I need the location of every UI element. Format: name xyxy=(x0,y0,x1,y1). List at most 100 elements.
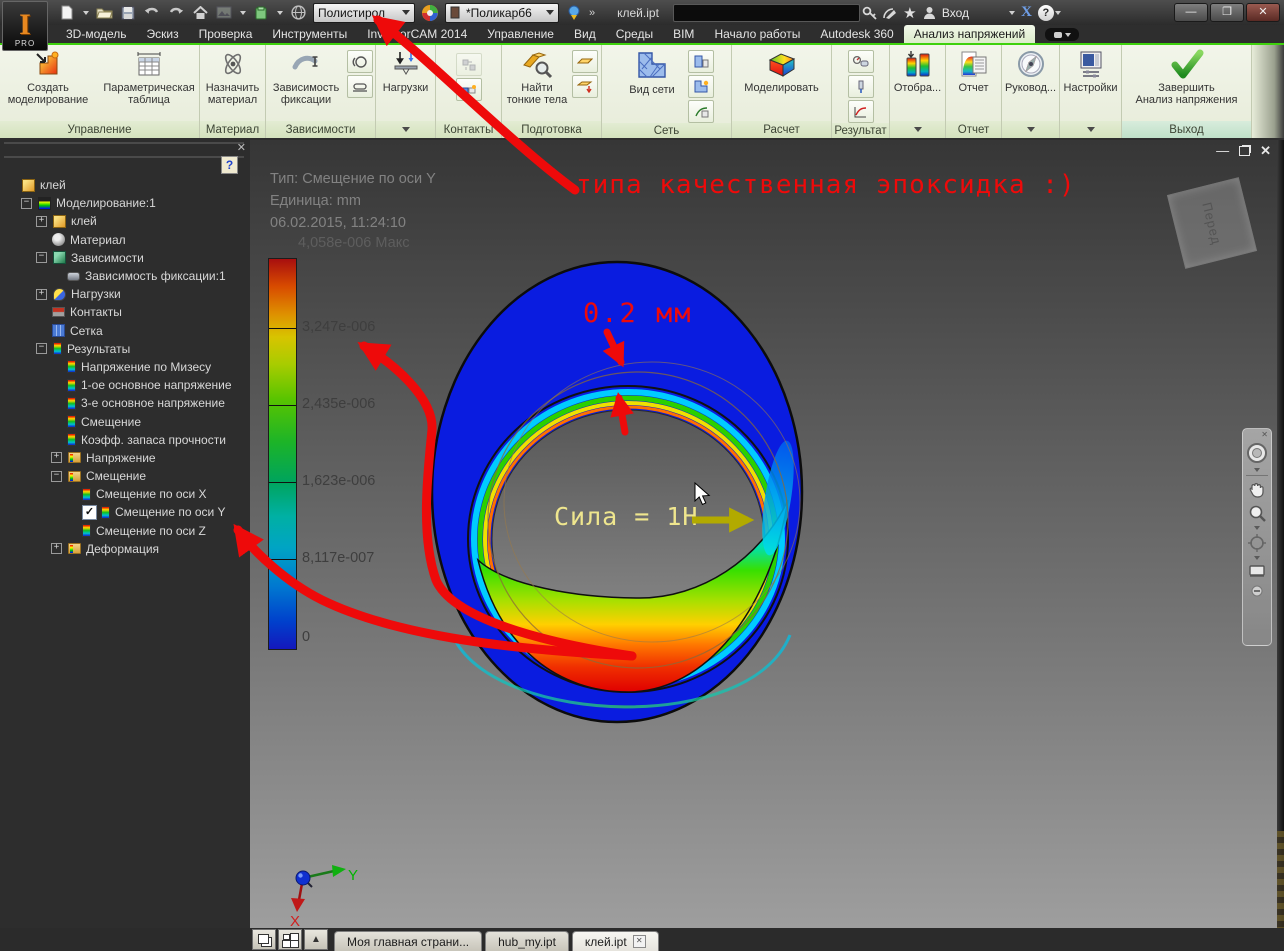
doc-tab-0[interactable]: Моя главная страни... xyxy=(334,931,483,951)
tree-item-10[interactable]: Напряжение по Мизесу xyxy=(4,358,250,376)
tree-expand-icon[interactable]: + xyxy=(51,543,62,555)
tree-item-5[interactable]: Зависимость фиксации:1 xyxy=(4,267,250,285)
component-icon[interactable] xyxy=(252,5,270,21)
orbit-icon[interactable] xyxy=(1247,534,1267,552)
ribbon-tab-0[interactable]: 3D-модель xyxy=(56,25,137,43)
tree-item-13[interactable]: Смещение xyxy=(4,412,250,430)
new-file-dropdown-icon[interactable] xyxy=(83,10,89,15)
graphics-viewport[interactable]: — ✕ Y X Тип: Смещение по оси Y Единица: … xyxy=(250,140,1277,928)
signin-person-icon[interactable] xyxy=(920,4,940,22)
inventor-logo[interactable]: I PRO xyxy=(2,1,48,51)
tree-item-12[interactable]: 3-е основное напряжение xyxy=(4,394,250,412)
redo-icon[interactable] xyxy=(167,5,185,21)
ribbon-tab-4[interactable]: InventorCAM 2014 xyxy=(357,25,477,43)
doc-tab-1[interactable]: hub_my.ipt xyxy=(485,931,569,951)
tree-item-2[interactable]: + клей xyxy=(4,212,250,230)
browser-grip[interactable]: ✕ xyxy=(4,141,246,158)
parametric-table-button[interactable]: Параметрическая таблица xyxy=(99,47,199,106)
zoom-dropdown-icon[interactable] xyxy=(1254,526,1260,530)
cascade-windows-button[interactable] xyxy=(252,929,276,950)
ribbon-tab-11[interactable]: Анализ напряжений xyxy=(903,25,1036,43)
panel-label-display[interactable] xyxy=(890,121,945,138)
report-button[interactable]: Отчет xyxy=(948,47,1000,94)
keyword-key-icon[interactable] xyxy=(860,4,880,22)
manual-contact-button[interactable] xyxy=(455,78,482,101)
ribbon-appearance-control[interactable] xyxy=(1045,28,1080,41)
panel-label-exit[interactable]: Выход xyxy=(1122,121,1251,138)
finish-analysis-button[interactable]: Завершить Анализ напряжения xyxy=(1124,47,1250,106)
help-dropdown-icon[interactable] xyxy=(1054,10,1061,15)
guide-button[interactable]: Руковод... xyxy=(1004,47,1058,94)
expand-dock-button[interactable]: ▲ xyxy=(304,929,328,950)
component-dropdown-icon[interactable] xyxy=(277,10,283,15)
doc-tab-close-icon[interactable]: ✕ xyxy=(632,935,646,948)
rotation-constraint-button[interactable] xyxy=(347,50,373,73)
panel-label-loads[interactable] xyxy=(376,121,435,138)
adjust-appearance-icon[interactable] xyxy=(565,5,583,21)
find-thin-bodies-button[interactable]: Найти тонкие тела xyxy=(505,47,569,106)
search-input[interactable] xyxy=(672,3,860,22)
tree-expand-icon[interactable]: + xyxy=(36,288,47,300)
tree-item-16[interactable]: − Смещение xyxy=(4,467,250,485)
open-file-icon[interactable] xyxy=(95,5,113,21)
tree-collapse-icon[interactable]: − xyxy=(36,252,47,264)
probe-button[interactable] xyxy=(847,75,874,98)
tree-item-11[interactable]: 1-ое основное напряжение xyxy=(4,376,250,394)
panel-label-manage[interactable]: Управление xyxy=(0,121,199,138)
mesh-view-button[interactable]: Вид сети xyxy=(619,47,685,96)
community-satellite-icon[interactable] xyxy=(880,4,900,22)
doc-minimize-icon[interactable]: — xyxy=(1216,143,1229,159)
tree-item-8[interactable]: Сетка xyxy=(4,322,250,340)
create-simulation-button[interactable]: Создать моделирование xyxy=(0,47,96,106)
fixed-constraint-button[interactable]: Зависимость фиксации xyxy=(268,47,344,106)
tree-expand-icon[interactable]: + xyxy=(36,215,47,227)
new-file-icon[interactable] xyxy=(58,5,76,21)
browser-close-icon[interactable]: ✕ xyxy=(237,141,246,154)
tree-item-0[interactable]: клей xyxy=(4,176,250,194)
tree-item-4[interactable]: − Зависимости xyxy=(4,249,250,267)
favorites-star-icon[interactable]: ★ xyxy=(900,4,920,22)
pan-hand-icon[interactable] xyxy=(1248,481,1266,498)
close-button[interactable]: ✕ xyxy=(1246,3,1280,22)
save-icon[interactable] xyxy=(119,5,137,21)
appearance-combobox[interactable]: *Поликарб6 xyxy=(445,2,559,23)
tree-item-15[interactable]: + Напряжение xyxy=(4,449,250,467)
ribbon-tab-5[interactable]: Управление xyxy=(477,25,564,43)
tree-collapse-icon[interactable]: − xyxy=(21,197,32,209)
panel-label-constraints[interactable]: Зависимости xyxy=(266,121,375,138)
tree-item-14[interactable]: Коэфф. запаса прочности xyxy=(4,431,250,449)
display-button[interactable]: Отобра... xyxy=(892,47,944,94)
qat-overflow-chevron-icon[interactable]: » xyxy=(589,7,595,19)
panel-label-solve[interactable]: Расчет xyxy=(732,121,831,138)
panel-label-settings[interactable] xyxy=(1060,121,1121,138)
loads-button[interactable]: Нагрузки xyxy=(378,47,434,94)
thickness-button[interactable] xyxy=(572,75,598,98)
convergence-plot-button[interactable] xyxy=(847,100,874,123)
tree-item-checkbox[interactable]: ✓ xyxy=(82,504,97,520)
pin-constraint-button[interactable] xyxy=(347,75,373,98)
assign-material-button[interactable]: Назначить материал xyxy=(202,47,264,106)
ribbon-tab-7[interactable]: Среды xyxy=(606,25,663,43)
panel-label-mesh[interactable]: Сеть xyxy=(602,123,731,138)
ribbon-tab-3[interactable]: Инструменты xyxy=(262,25,357,43)
ribbon-tab-1[interactable]: Эскиз xyxy=(137,25,189,43)
undo-icon[interactable] xyxy=(143,5,161,21)
orbit-dropdown-icon[interactable] xyxy=(1254,556,1260,560)
tree-collapse-icon[interactable]: − xyxy=(36,343,47,355)
panel-label-material[interactable]: Материал xyxy=(200,121,265,138)
settings-button[interactable]: Настройки xyxy=(1061,47,1121,94)
tree-item-3[interactable]: Материал xyxy=(4,231,250,249)
ring-model[interactable] xyxy=(430,260,804,724)
look-at-icon[interactable] xyxy=(1248,564,1266,578)
ribbon-tab-9[interactable]: Начало работы xyxy=(704,25,810,43)
tree-item-18[interactable]: ✓ Смещение по оси Y xyxy=(4,503,250,521)
color-wheel-icon[interactable] xyxy=(421,4,439,21)
offset-shell-button[interactable] xyxy=(572,50,598,73)
panel-label-guide[interactable] xyxy=(1002,121,1059,138)
tree-item-19[interactable]: Смещение по оси Z xyxy=(4,522,250,540)
same-scale-button[interactable] xyxy=(847,50,874,73)
auto-contacts-button[interactable] xyxy=(455,53,482,76)
tree-item-6[interactable]: + Нагрузки xyxy=(4,285,250,303)
mesh-settings-button[interactable] xyxy=(688,50,714,73)
globe-icon[interactable] xyxy=(289,5,307,21)
